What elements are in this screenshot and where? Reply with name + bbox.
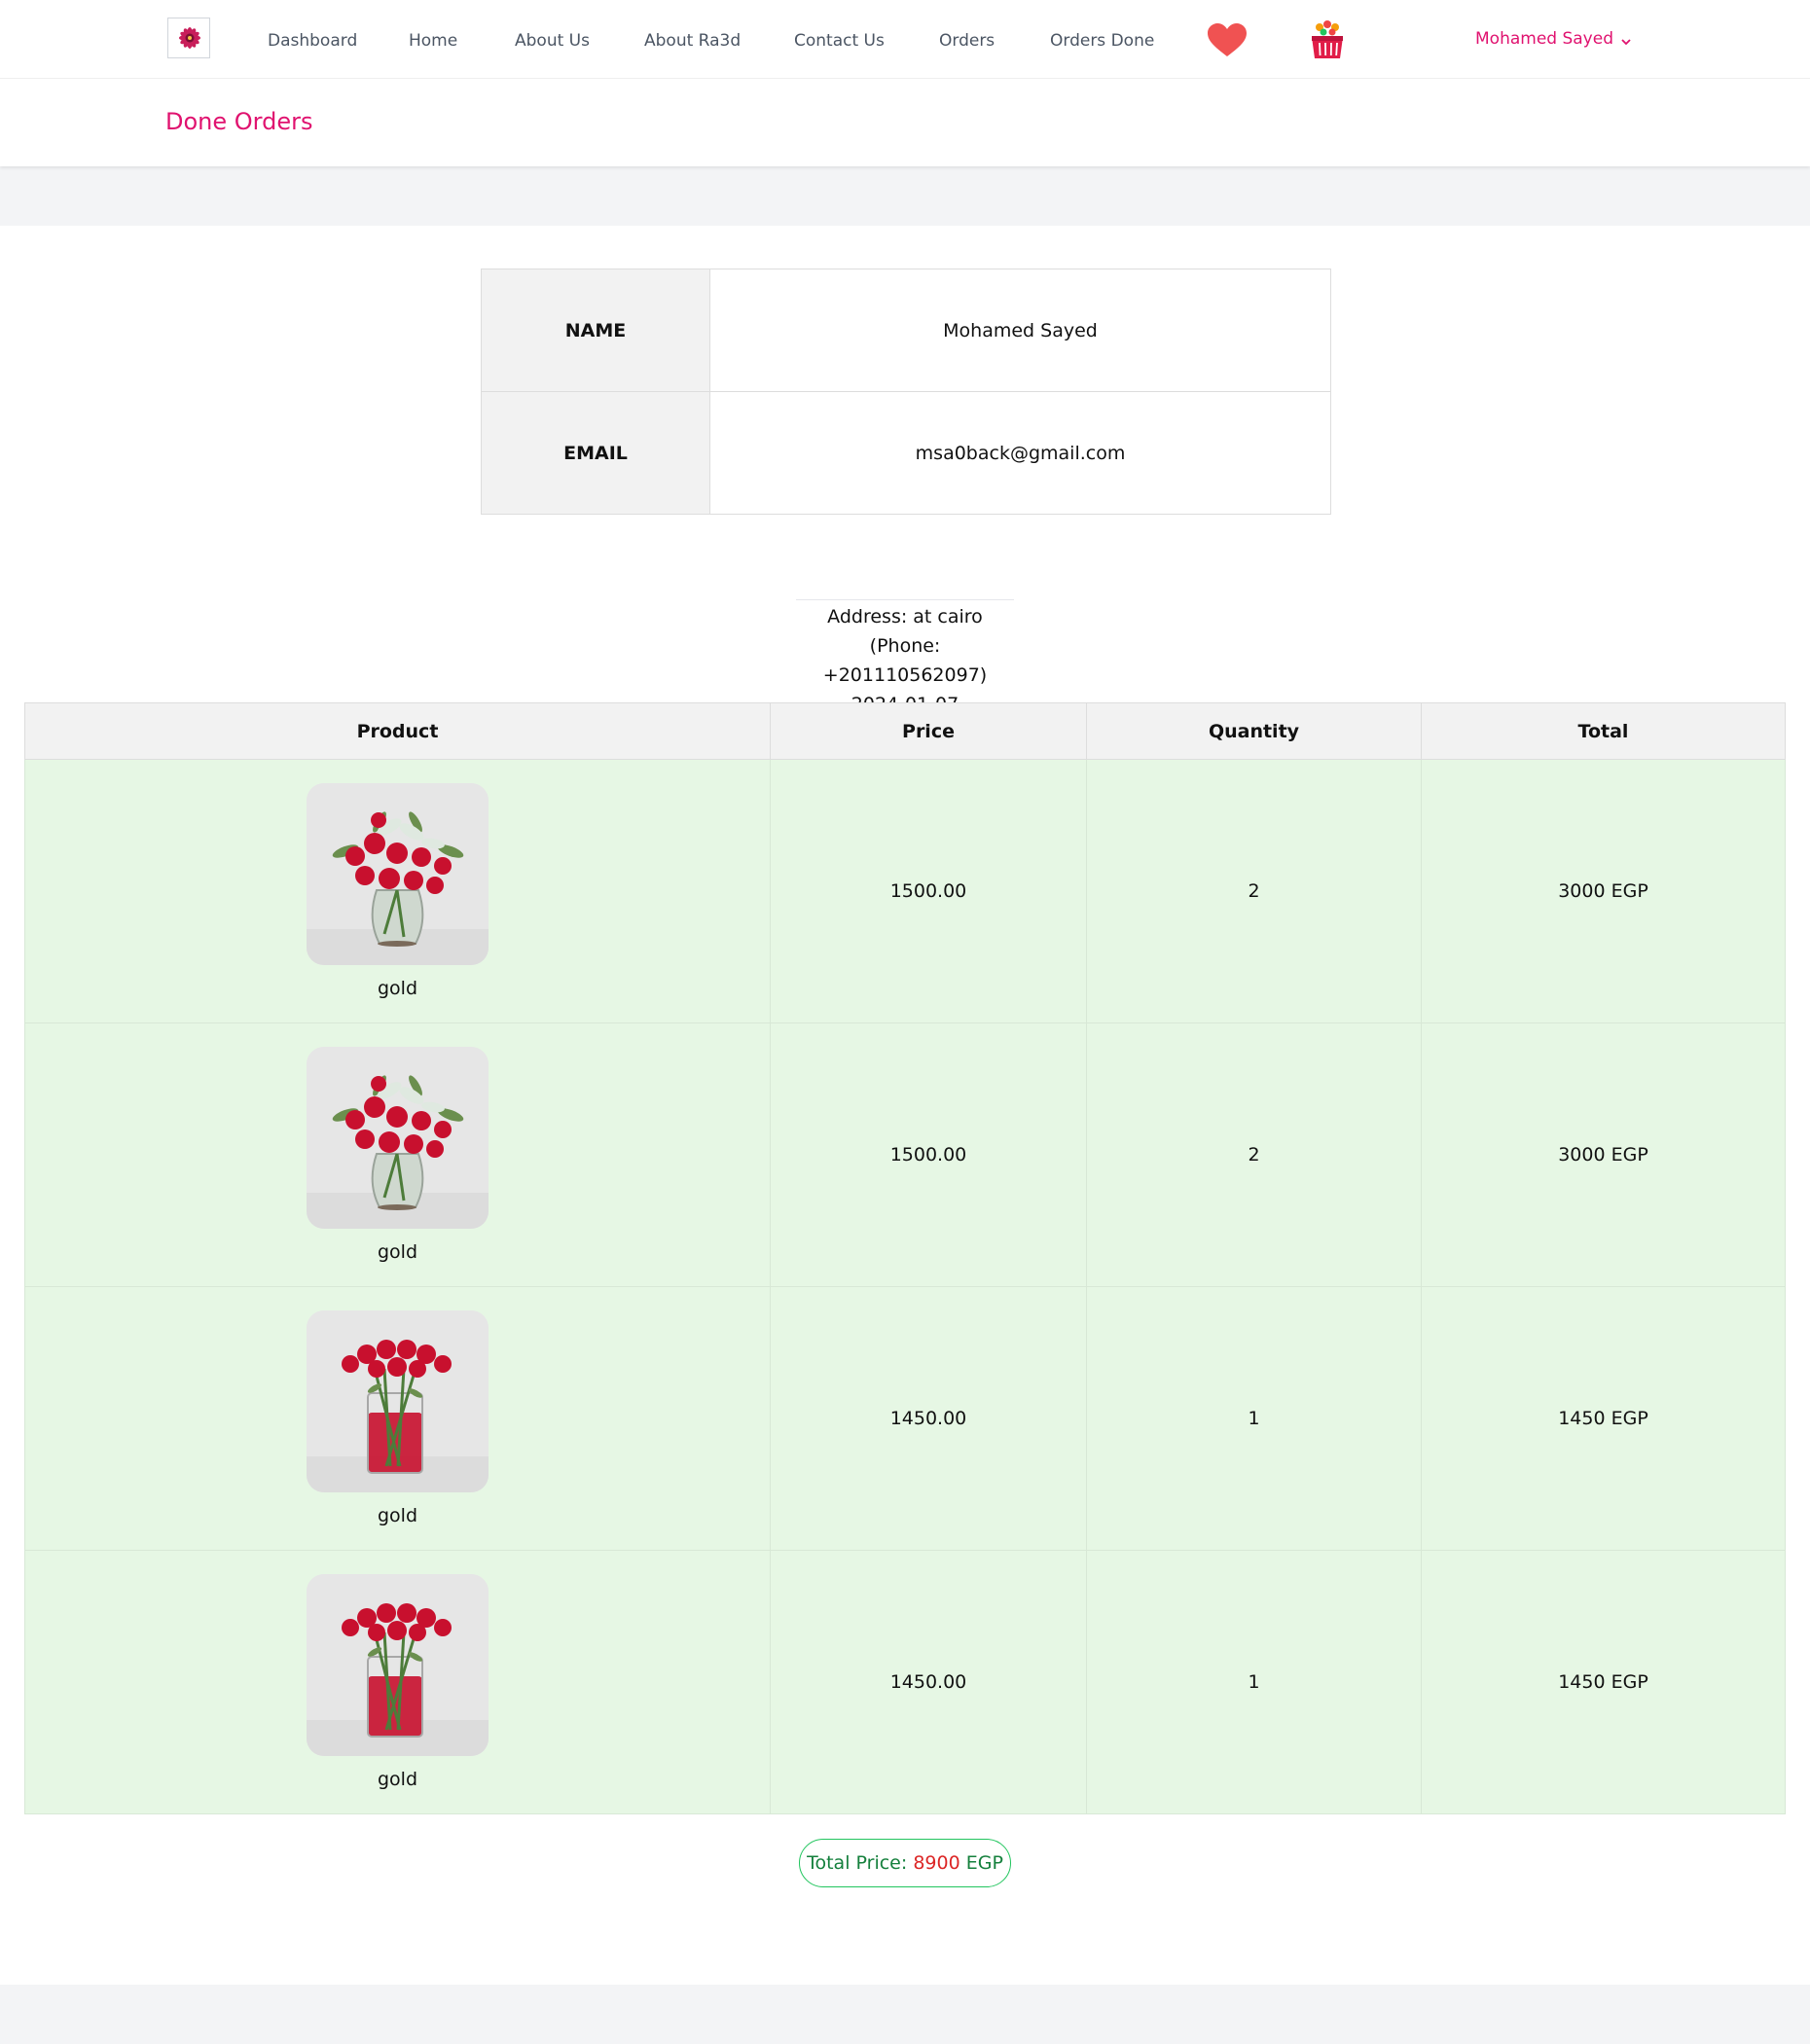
page-header: Done Orders bbox=[0, 79, 1810, 166]
total-price-badge: Total Price: 8900 EGP bbox=[799, 1839, 1011, 1887]
nav-link-orders-done[interactable]: Orders Done bbox=[1050, 29, 1154, 53]
product-cell: gold bbox=[24, 759, 771, 1023]
product-image[interactable] bbox=[307, 782, 489, 965]
heart-icon[interactable] bbox=[1207, 23, 1248, 58]
product-image[interactable] bbox=[307, 1573, 489, 1756]
total-cell: 1450 EGP bbox=[1421, 1286, 1786, 1551]
product-image[interactable] bbox=[307, 1046, 489, 1229]
product-name: gold bbox=[377, 1768, 418, 1790]
nav-link-contact-us[interactable]: Contact Us bbox=[794, 29, 885, 53]
quantity-cell: 2 bbox=[1086, 1022, 1422, 1287]
main-content: NAME Mohamed Sayed EMAIL msa0back@gmail.… bbox=[0, 226, 1810, 1985]
nav-link-home[interactable]: Home bbox=[409, 29, 457, 53]
price-cell: 1500.00 bbox=[770, 759, 1087, 1023]
customer-name-row: NAME Mohamed Sayed bbox=[481, 269, 1331, 392]
flower-logo-icon[interactable] bbox=[167, 18, 210, 58]
column-header-quantity: Quantity bbox=[1086, 702, 1422, 760]
top-navbar: Dashboard Home About Us About Ra3d Conta… bbox=[0, 0, 1810, 79]
price-cell: 1450.00 bbox=[770, 1286, 1087, 1551]
page-footer bbox=[0, 1985, 1810, 2044]
product-name: gold bbox=[377, 1504, 418, 1526]
page-title: Done Orders bbox=[165, 108, 313, 135]
quantity-cell: 1 bbox=[1086, 1550, 1422, 1814]
name-label: NAME bbox=[481, 269, 710, 392]
order-items-table: Product Price Quantity Total gold 1500.0… bbox=[24, 702, 1786, 1814]
price-cell: 1450.00 bbox=[770, 1550, 1087, 1814]
product-name: gold bbox=[377, 1240, 418, 1263]
chevron-down-icon bbox=[1619, 32, 1633, 46]
customer-email-row: EMAIL msa0back@gmail.com bbox=[481, 391, 1331, 515]
user-name: Mohamed Sayed bbox=[1475, 29, 1613, 49]
order-address: Address: at cairo bbox=[827, 606, 983, 628]
product-cell: gold bbox=[24, 1286, 771, 1551]
product-name: gold bbox=[377, 977, 418, 999]
quantity-cell: 1 bbox=[1086, 1286, 1422, 1551]
customer-info-table: NAME Mohamed Sayed EMAIL msa0back@gmail.… bbox=[481, 269, 1331, 515]
total-cell: 1450 EGP bbox=[1421, 1550, 1786, 1814]
total-cell: 3000 EGP bbox=[1421, 1022, 1786, 1287]
order-phone: (Phone: +201110562097) bbox=[822, 635, 988, 686]
total-price-currency: EGP bbox=[965, 1852, 1003, 1874]
nav-link-orders[interactable]: Orders bbox=[939, 29, 995, 53]
column-header-total: Total bbox=[1421, 702, 1786, 760]
customer-name: Mohamed Sayed bbox=[709, 269, 1331, 392]
table-header-row: Product Price Quantity Total bbox=[24, 702, 1786, 760]
price-cell: 1500.00 bbox=[770, 1022, 1087, 1287]
total-cell: 3000 EGP bbox=[1421, 759, 1786, 1023]
nav-link-about-ra3d[interactable]: About Ra3d bbox=[644, 29, 741, 53]
table-row: gold 1450.00 1 1450 EGP bbox=[24, 1550, 1786, 1814]
column-header-product: Product bbox=[24, 702, 771, 760]
customer-email: msa0back@gmail.com bbox=[709, 391, 1331, 515]
column-header-price: Price bbox=[770, 702, 1087, 760]
order-address-block: Address: at cairo (Phone: +201110562097)… bbox=[796, 599, 1014, 719]
table-row: gold 1500.00 2 3000 EGP bbox=[24, 1022, 1786, 1287]
total-price-value: 8900 bbox=[913, 1852, 960, 1874]
basket-icon[interactable] bbox=[1308, 19, 1347, 60]
table-row: gold 1500.00 2 3000 EGP bbox=[24, 759, 1786, 1023]
product-cell: gold bbox=[24, 1550, 771, 1814]
total-price-label: Total Price: bbox=[807, 1852, 908, 1874]
user-menu[interactable]: Mohamed Sayed bbox=[1475, 27, 1633, 51]
nav-link-dashboard[interactable]: Dashboard bbox=[268, 29, 357, 53]
product-cell: gold bbox=[24, 1022, 771, 1287]
nav-link-about-us[interactable]: About Us bbox=[515, 29, 590, 53]
table-row: gold 1450.00 1 1450 EGP bbox=[24, 1286, 1786, 1551]
email-label: EMAIL bbox=[481, 391, 710, 515]
product-image[interactable] bbox=[307, 1309, 489, 1492]
quantity-cell: 2 bbox=[1086, 759, 1422, 1023]
